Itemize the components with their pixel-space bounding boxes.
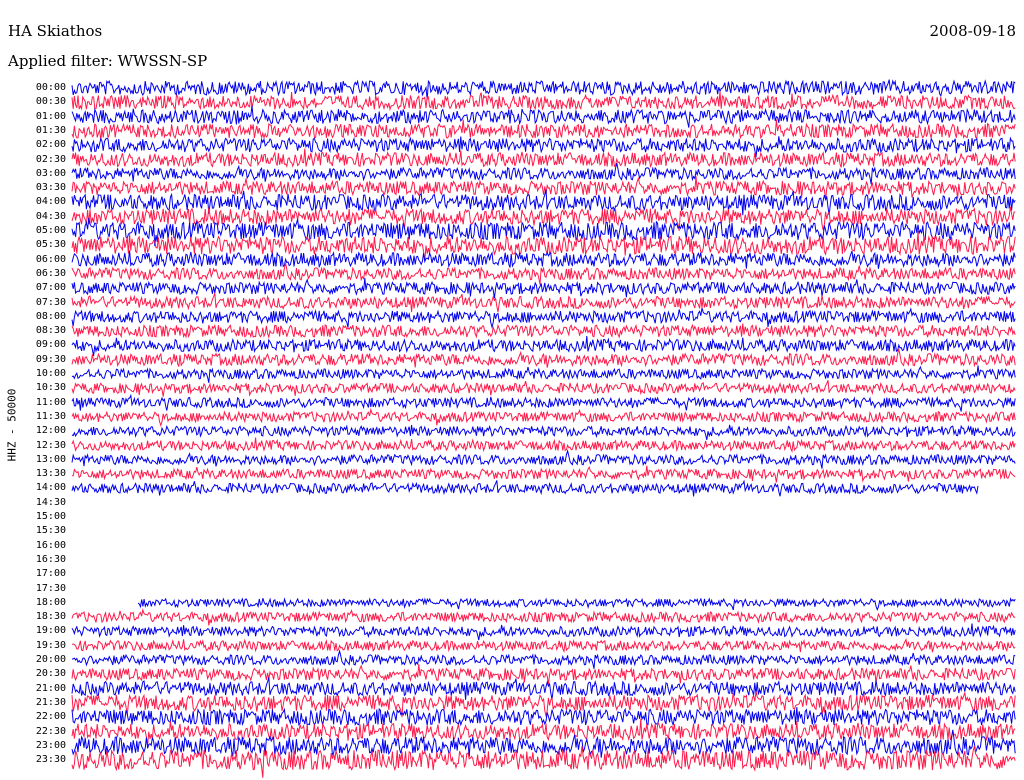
trace-row: [71, 449, 1016, 469]
trace-row: [71, 365, 1016, 383]
trace-row: [71, 465, 1016, 483]
trace-row: [71, 479, 979, 497]
trace-row: [71, 148, 1016, 169]
trace-row: [71, 335, 1016, 356]
trace-row: [71, 607, 1016, 626]
trace-row: [71, 707, 1016, 727]
trace-row: [71, 729, 1016, 758]
trace-row: [71, 638, 1016, 654]
trace-row: [71, 393, 1016, 412]
trace-row: [71, 424, 1016, 441]
trace-row: [71, 105, 1016, 128]
trace-row: [71, 292, 1016, 313]
trace-row: [71, 119, 1016, 141]
trace-row: [71, 79, 1016, 100]
trace-row: [137, 597, 1016, 611]
trace-row: [71, 263, 1016, 285]
trace-row: [71, 176, 1016, 200]
trace-row: [71, 649, 1016, 669]
helicorder-plot: [71, 79, 1016, 778]
trace-row: [71, 437, 1016, 453]
trace-row: [71, 348, 1016, 368]
trace-row: [71, 278, 1016, 299]
trace-row: [71, 623, 1016, 641]
trace-row: [71, 407, 1016, 428]
trace-row: [71, 136, 1016, 158]
trace-row: [71, 380, 1016, 397]
trace-row: [71, 664, 1016, 685]
trace-row: [71, 307, 1016, 329]
trace-row: [71, 677, 1016, 700]
trace-row: [71, 250, 1016, 269]
trace-row: [71, 323, 1016, 339]
